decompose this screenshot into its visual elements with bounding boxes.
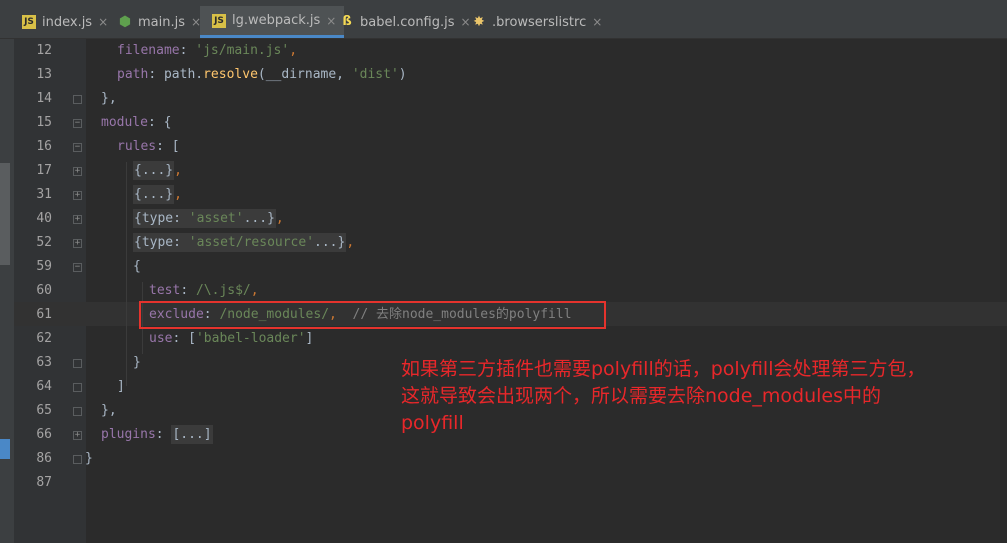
- tab-index-js[interactable]: JS index.js ×: [22, 6, 108, 38]
- indent-guide: [126, 162, 127, 386]
- js-file-icon: JS: [212, 13, 226, 28]
- editor-tab-bar: JS index.js × ⬢ main.js × JS lg.webpack.…: [0, 6, 1007, 39]
- tab-label: babel.config.js: [360, 14, 455, 30]
- code-line-63: }: [133, 355, 141, 370]
- line-number: 52: [36, 235, 52, 250]
- fold-end-icon[interactable]: [73, 359, 82, 368]
- annotation-line-3: polyfill: [401, 412, 464, 434]
- close-icon[interactable]: ×: [98, 15, 108, 29]
- code-line-15: module: {: [101, 115, 172, 130]
- code-line-12: filename: 'js/main.js',: [117, 43, 298, 58]
- line-number: 15: [36, 115, 52, 130]
- tab-lg-webpack-js[interactable]: JS lg.webpack.js ×: [200, 6, 345, 38]
- code-line-31: {...},: [133, 185, 182, 204]
- close-icon[interactable]: ×: [326, 14, 336, 28]
- line-number: 17: [36, 163, 52, 178]
- fold-expand-icon[interactable]: +: [73, 167, 82, 176]
- highlight-box: [139, 301, 606, 329]
- fold-end-icon[interactable]: [73, 383, 82, 392]
- code-line-16: rules: [: [117, 139, 180, 154]
- line-number: 65: [36, 403, 52, 418]
- code-line-65: },: [101, 403, 117, 418]
- folded-region[interactable]: {type: 'asset/resource'...}: [133, 233, 347, 252]
- fold-expand-icon[interactable]: +: [73, 215, 82, 224]
- line-number: 66: [36, 427, 52, 442]
- line-number: 86: [36, 451, 52, 466]
- line-number: 87: [36, 475, 52, 490]
- code-line-62: use: ['babel-loader']: [149, 331, 314, 346]
- code-line-64: ]: [117, 379, 125, 394]
- fold-collapse-icon[interactable]: −: [73, 119, 82, 128]
- line-number: 16: [36, 139, 52, 154]
- tab-label: .browserslistrc: [492, 14, 587, 30]
- tab-label: lg.webpack.js: [232, 13, 321, 28]
- line-number: 60: [36, 283, 52, 298]
- bookmark-tab[interactable]: [0, 439, 10, 459]
- folded-region[interactable]: [...]: [171, 425, 213, 444]
- folded-region[interactable]: {...}: [133, 161, 175, 180]
- tab-main-js[interactable]: ⬢ main.js ×: [118, 6, 201, 38]
- line-number: 12: [36, 43, 52, 58]
- nodejs-icon: ⬢: [118, 14, 132, 30]
- js-file-icon: JS: [22, 15, 36, 29]
- code-line-59: {: [133, 259, 141, 274]
- tab-label: main.js: [138, 14, 185, 30]
- fold-expand-icon[interactable]: +: [73, 431, 82, 440]
- line-number: 31: [36, 187, 52, 202]
- code-line-52: {type: 'asset/resource'...},: [133, 233, 355, 252]
- fold-collapse-icon[interactable]: −: [73, 263, 82, 272]
- line-number: 13: [36, 67, 52, 82]
- close-icon[interactable]: ×: [592, 15, 602, 29]
- code-line-86: }: [85, 451, 93, 466]
- close-icon[interactable]: ×: [461, 15, 471, 29]
- annotation-text: 如果第三方插件也需要polyfill的话，polyfill会处理第三方包， 这就…: [401, 356, 1007, 437]
- fold-end-icon[interactable]: [73, 95, 82, 104]
- fold-collapse-icon[interactable]: −: [73, 143, 82, 152]
- code-line-17: {...},: [133, 161, 182, 180]
- folded-region[interactable]: {...}: [133, 185, 175, 204]
- fold-expand-icon[interactable]: +: [73, 191, 82, 200]
- line-number: 40: [36, 211, 52, 226]
- line-number: 59: [36, 259, 52, 274]
- code-line-14: },: [101, 91, 117, 106]
- line-number: 63: [36, 355, 52, 370]
- code-line-60: test: /\.js$/,: [149, 283, 259, 298]
- annotation-line-1: 如果第三方插件也需要polyfill的话，polyfill会处理第三方包，: [401, 358, 926, 380]
- browserslist-icon: ✸: [473, 14, 485, 30]
- fold-end-icon[interactable]: [73, 455, 82, 464]
- tab-label: index.js: [42, 14, 93, 30]
- code-line-40: {type: 'asset'...},: [133, 209, 284, 228]
- annotation-line-2: 这就导致会出现两个，所以需要去除node_modules中的: [401, 385, 882, 407]
- tool-window-strip: [0, 39, 14, 543]
- code-line-66: plugins: [...]: [101, 425, 213, 444]
- code-line-13: path: path.resolve(__dirname, 'dist'): [117, 67, 407, 82]
- line-number: 61: [36, 307, 52, 322]
- folded-region[interactable]: {type: 'asset'...}: [133, 209, 276, 228]
- line-number: 62: [36, 331, 52, 346]
- structure-tab[interactable]: [0, 163, 10, 265]
- babel-icon: ß: [342, 14, 352, 29]
- tab-babel-config-js[interactable]: ß babel.config.js ×: [340, 6, 471, 38]
- line-number: 14: [36, 91, 52, 106]
- tab-browserslistrc[interactable]: ✸ .browserslistrc ×: [472, 6, 602, 38]
- fold-end-icon[interactable]: [73, 407, 82, 416]
- fold-expand-icon[interactable]: +: [73, 239, 82, 248]
- line-number: 64: [36, 379, 52, 394]
